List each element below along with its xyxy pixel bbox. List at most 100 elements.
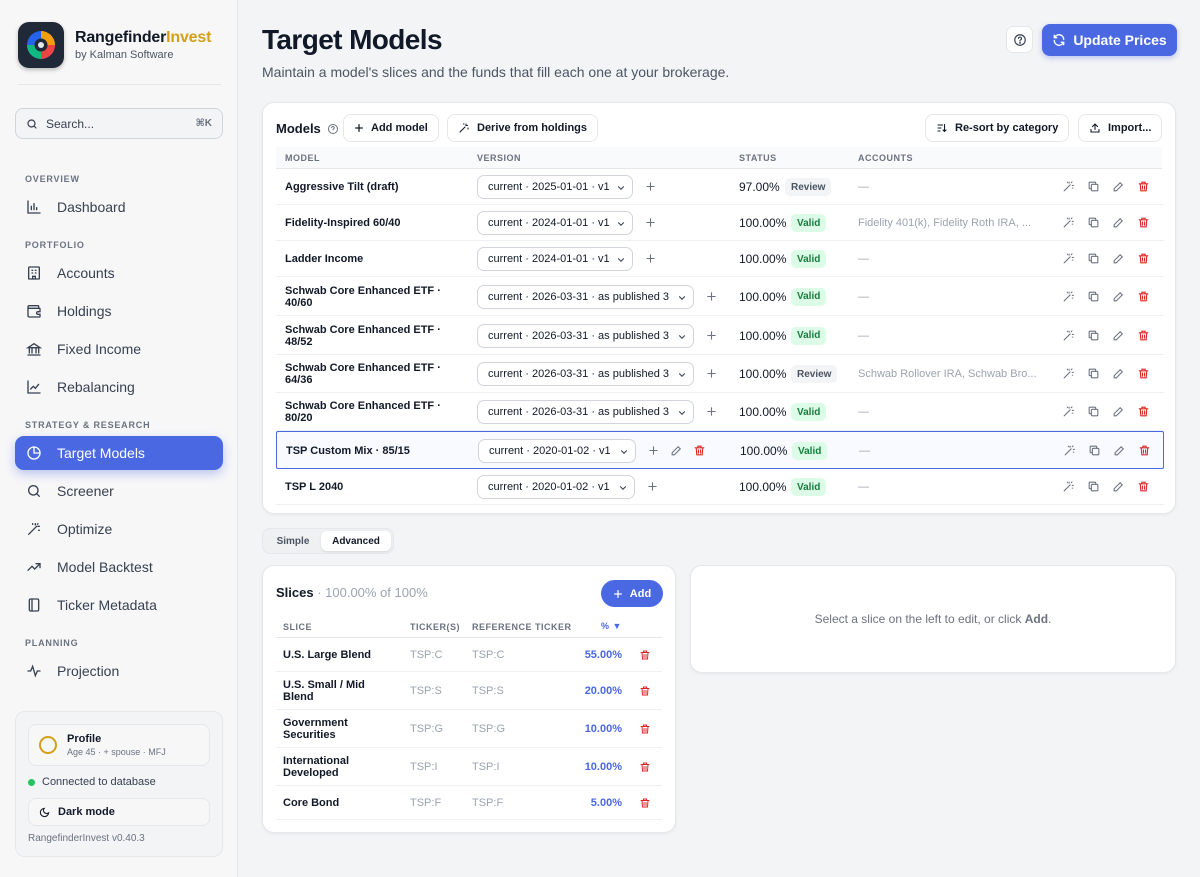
edit-version-icon[interactable]	[670, 444, 684, 458]
add-version-icon[interactable]	[647, 481, 659, 493]
nav-item-fixed-income[interactable]: Fixed Income	[15, 332, 223, 366]
duplicate-icon[interactable]	[1087, 252, 1101, 266]
optimize-icon[interactable]	[1062, 329, 1076, 343]
add-version-icon[interactable]	[706, 368, 718, 380]
help-button[interactable]	[1006, 26, 1033, 53]
add-slice-button[interactable]: Add	[601, 580, 663, 607]
delete-slice-icon[interactable]	[639, 723, 651, 735]
add-version-icon[interactable]	[706, 291, 718, 303]
add-version-icon[interactable]	[706, 406, 718, 418]
delete-icon[interactable]	[1138, 444, 1152, 458]
delete-slice-icon[interactable]	[639, 685, 651, 697]
dark-mode-button[interactable]: Dark mode	[28, 798, 210, 826]
duplicate-icon[interactable]	[1087, 180, 1101, 194]
delete-icon[interactable]	[1137, 329, 1151, 343]
optimize-icon[interactable]	[1062, 216, 1076, 230]
delete-icon[interactable]	[1137, 290, 1151, 304]
version-select[interactable]: current · 2026-03-31 · as published 3	[477, 323, 694, 348]
duplicate-icon[interactable]	[1088, 444, 1102, 458]
edit-icon[interactable]	[1112, 329, 1126, 343]
model-row[interactable]: Schwab Core Enhanced ETF · 80/20 current …	[276, 393, 1164, 431]
version-select[interactable]: current · 2020-01-02 · v1	[477, 475, 635, 499]
mode-advanced-tab[interactable]: Advanced	[321, 531, 391, 551]
edit-icon[interactable]	[1112, 216, 1126, 230]
duplicate-icon[interactable]	[1087, 216, 1101, 230]
slice-row[interactable]: Core Bond TSP:F TSP:F 5.00%	[276, 786, 662, 820]
update-prices-button[interactable]: Update Prices	[1042, 24, 1177, 56]
optimize-icon[interactable]	[1062, 290, 1076, 304]
slice-row[interactable]: International Developed TSP:I TSP:I 10.00%	[276, 748, 662, 786]
delete-slice-icon[interactable]	[639, 797, 651, 809]
version-select[interactable]: current · 2024-01-01 · v1	[477, 247, 633, 271]
edit-icon[interactable]	[1112, 367, 1126, 381]
add-version-icon[interactable]	[645, 217, 657, 229]
edit-icon[interactable]	[1112, 405, 1126, 419]
optimize-icon[interactable]	[1062, 367, 1076, 381]
add-version-icon[interactable]	[645, 181, 657, 193]
add-version-icon[interactable]	[648, 445, 660, 457]
model-row[interactable]: Ladder Income current · 2024-01-01 · v1 10…	[276, 241, 1164, 277]
model-row[interactable]: Schwab Core Enhanced ETF · 40/60 current …	[276, 277, 1164, 316]
delete-icon[interactable]	[1137, 180, 1151, 194]
edit-icon[interactable]	[1113, 444, 1127, 458]
model-row[interactable]: Fidelity-Inspired 60/40 current · 2024-01…	[276, 205, 1164, 241]
search-box[interactable]: Search... ⌘K	[15, 108, 223, 139]
optimize-icon[interactable]	[1062, 180, 1076, 194]
model-row[interactable]: Aggressive Tilt (draft) current · 2025-01…	[276, 169, 1164, 205]
slice-row[interactable]: Government Securities TSP:G TSP:G 10.00%	[276, 710, 662, 748]
version-select[interactable]: current · 2026-03-31 · as published 3	[477, 400, 694, 424]
optimize-icon[interactable]	[1062, 252, 1076, 266]
delete-icon[interactable]	[1137, 405, 1151, 419]
resort-by-category-button[interactable]: Re-sort by category	[925, 114, 1070, 142]
derive-from-holdings-button[interactable]: Derive from holdings	[447, 114, 599, 142]
model-row[interactable]: TSP Custom Mix · 85/15 current · 2020-01-…	[276, 431, 1164, 469]
optimize-icon[interactable]	[1063, 444, 1077, 458]
mode-simple-tab[interactable]: Simple	[265, 531, 321, 551]
delete-version-icon[interactable]	[693, 444, 707, 458]
nav-item-screener[interactable]: Screener	[15, 474, 223, 508]
add-model-button[interactable]: Add model	[343, 114, 439, 142]
edit-icon[interactable]	[1112, 252, 1126, 266]
model-row[interactable]: Schwab Core Enhanced ETF · 48/52 current …	[276, 316, 1164, 355]
edit-icon[interactable]	[1112, 290, 1126, 304]
version-select[interactable]: current · 2025-01-01 · v1	[477, 175, 633, 199]
slice-row[interactable]: U.S. Small / Mid Blend TSP:S TSP:S 20.00%	[276, 672, 662, 710]
optimize-icon[interactable]	[1062, 405, 1076, 419]
profile-button[interactable]: Profile Age 45 · + spouse · MFJ	[28, 724, 210, 766]
add-version-icon[interactable]	[706, 330, 718, 342]
import-button[interactable]: Import...	[1078, 114, 1163, 142]
optimize-icon[interactable]	[1062, 480, 1076, 494]
nav-item-dashboard[interactable]: Dashboard	[15, 190, 223, 224]
edit-icon[interactable]	[1112, 180, 1126, 194]
edit-icon[interactable]	[1112, 480, 1126, 494]
delete-icon[interactable]	[1137, 252, 1151, 266]
nav-item-optimize[interactable]: Optimize	[15, 512, 223, 546]
version-select[interactable]: current · 2026-03-31 · as published 3	[477, 362, 694, 386]
nav-item-model-backtest[interactable]: Model Backtest	[15, 550, 223, 584]
brand[interactable]: RangefinderInvest by Kalman Software	[18, 22, 211, 68]
delete-icon[interactable]	[1137, 480, 1151, 494]
delete-slice-icon[interactable]	[639, 761, 651, 773]
duplicate-icon[interactable]	[1087, 367, 1101, 381]
delete-icon[interactable]	[1137, 367, 1151, 381]
nav-item-holdings[interactable]: Holdings	[15, 294, 223, 328]
delete-slice-icon[interactable]	[639, 649, 651, 661]
info-icon[interactable]	[321, 123, 339, 135]
delete-icon[interactable]	[1137, 216, 1151, 230]
version-select[interactable]: current · 2024-01-01 · v1	[477, 211, 633, 235]
nav-item-accounts[interactable]: Accounts	[15, 256, 223, 290]
model-row[interactable]: Schwab Core Enhanced ETF · 64/36 current …	[276, 355, 1164, 393]
duplicate-icon[interactable]	[1087, 405, 1101, 419]
nav-item-rebalancing[interactable]: Rebalancing	[15, 370, 223, 404]
nav-item-projection[interactable]: Projection	[15, 654, 223, 688]
col-percent-sort[interactable]: % ▼	[601, 621, 622, 631]
duplicate-icon[interactable]	[1087, 329, 1101, 343]
add-version-icon[interactable]	[645, 253, 657, 265]
slice-row[interactable]: U.S. Large Blend TSP:C TSP:C 55.00%	[276, 638, 662, 672]
duplicate-icon[interactable]	[1087, 290, 1101, 304]
nav-item-target-models[interactable]: Target Models	[15, 436, 223, 470]
duplicate-icon[interactable]	[1087, 480, 1101, 494]
version-select[interactable]: current · 2020-01-02 · v1	[478, 439, 636, 463]
version-select[interactable]: current · 2026-03-31 · as published 3	[477, 284, 694, 309]
model-row[interactable]: TSP L 2040 current · 2020-01-02 · v1 100.0…	[276, 469, 1164, 505]
